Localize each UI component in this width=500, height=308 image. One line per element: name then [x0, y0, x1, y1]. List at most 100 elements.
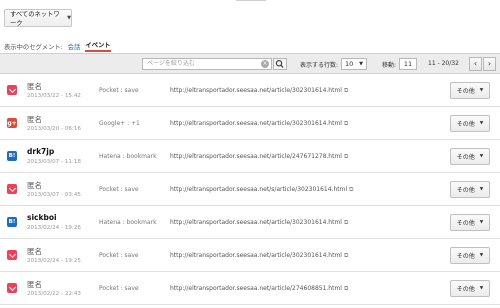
external-link-icon[interactable]: ⧉	[344, 153, 348, 160]
event-url-link[interactable]: http://eltransportador.seesaa.net/articl…	[170, 252, 342, 259]
prev-page-button[interactable]: ‹	[469, 57, 482, 71]
user-name: 匿名	[27, 115, 42, 124]
network-filter-label: すべてのネットワーク	[10, 11, 60, 27]
event-row: B! drk7jp 2013/03/07 - 11:18 Hatena : bookm…	[0, 140, 500, 173]
rows-per-page-value: 10	[345, 60, 354, 68]
chevron-down-icon: ▼	[479, 286, 484, 291]
move-to-input[interactable]: 11	[399, 58, 417, 70]
event-row: 匿名 2013/03/07 - 03:45 Pocket : save http://…	[0, 173, 500, 206]
event-row: 匿名 2013/03/22 - 15:42 Pocket : save http://…	[0, 74, 500, 107]
more-actions-label: その他	[456, 286, 475, 293]
event-url-link[interactable]: http://eltransportador.seesaa.net/articl…	[170, 153, 342, 160]
event-url-link[interactable]: http://eltransportador.seesaa.net/articl…	[170, 87, 342, 94]
event-url-link[interactable]: http://eltransportador.seesaa.net/articl…	[170, 219, 342, 226]
external-link-icon[interactable]: ⧉	[344, 285, 348, 292]
top-divider	[236, 0, 266, 1]
chevron-left-icon: ‹	[473, 59, 478, 68]
event-row: 匿名 2013/02/22 - 22:43 Pocket : save http://…	[0, 272, 500, 305]
chevron-down-icon: ▼	[479, 253, 484, 258]
event-date: 2013/03/20 - 06:16	[27, 126, 81, 132]
google-plus-icon: g+	[7, 118, 17, 128]
pagination-range: 11 - 20/32	[428, 60, 459, 67]
segment-option-conversation[interactable]: 会話	[68, 42, 81, 51]
event-url-container: http://eltransportador.seesaa.net/articl…	[170, 87, 348, 95]
event-url-container: http://eltransportador.seesaa.net/articl…	[170, 285, 348, 293]
user-name: 匿名	[27, 247, 42, 256]
event-action: Pocket : save	[99, 87, 139, 94]
event-action: Pocket : save	[99, 285, 139, 292]
user-name: 匿名	[27, 82, 42, 91]
event-row: g+ 匿名 2013/03/20 - 06:16 Google+ : +1 http:/…	[0, 107, 500, 140]
more-actions-label: その他	[456, 121, 475, 128]
hatena-icon: B!	[7, 151, 17, 161]
more-actions-button[interactable]: その他 ▼	[450, 181, 490, 198]
event-action: Google+ : +1	[99, 120, 140, 127]
event-date: 2013/03/07 - 11:18	[27, 159, 81, 165]
more-actions-label: その他	[456, 253, 475, 260]
segment-selector: 表示中のセグメント: 会話 イベント	[4, 40, 111, 52]
event-url-container: http://eltransportador.seesaa.net/articl…	[170, 219, 348, 227]
event-url-link[interactable]: http://eltransportador.seesaa.net/articl…	[170, 120, 342, 127]
rows-per-page-label: 表示する行数:	[300, 62, 339, 69]
external-link-icon[interactable]: ⧉	[344, 219, 348, 226]
event-url-link[interactable]: http://eltransportador.seesaa.net/articl…	[170, 285, 342, 292]
segment-label: 表示中のセグメント:	[4, 43, 63, 51]
event-row: 匿名 2013/02/24 - 19:25 Pocket : save http://…	[0, 239, 500, 272]
event-url-container: http://eltransportador.seesaa.net/articl…	[170, 120, 348, 128]
event-row: B! sickboi 2013/02/24 - 19:26 Hatena : book…	[0, 206, 500, 239]
event-list: 匿名 2013/03/22 - 15:42 Pocket : save http://…	[0, 74, 500, 305]
pocket-icon	[7, 250, 17, 260]
event-action: Hatena : bookmark	[99, 219, 157, 226]
external-link-icon[interactable]: ⧉	[344, 87, 348, 94]
next-page-button[interactable]: ›	[483, 57, 496, 71]
user-name: 匿名	[27, 181, 42, 190]
more-actions-button[interactable]: その他 ▼	[450, 148, 490, 165]
more-actions-button[interactable]: その他 ▼	[450, 115, 490, 132]
event-date: 2013/02/24 - 19:26	[27, 225, 81, 231]
table-toolbar: ページを絞り込む × 表示する行数: 10 ▼ 移動: 11 11 - 20/3…	[0, 53, 500, 74]
external-link-icon[interactable]: ⧉	[349, 186, 353, 193]
search-placeholder: ページを絞り込む	[147, 60, 195, 67]
event-action: Pocket : save	[99, 252, 139, 259]
rows-per-page-select[interactable]: 10 ▼	[341, 58, 367, 70]
search-icon	[275, 59, 284, 68]
event-date: 2013/03/07 - 03:45	[27, 192, 81, 198]
filter-search-input[interactable]: ページを絞り込む ×	[142, 58, 272, 70]
chevron-down-icon: ▼	[479, 220, 484, 225]
external-link-icon[interactable]: ⧉	[344, 120, 348, 127]
external-link-icon[interactable]: ⧉	[344, 252, 348, 259]
event-url-container: http://eltransportador.seesaa.net/articl…	[170, 252, 348, 260]
more-actions-button[interactable]: その他 ▼	[450, 280, 490, 297]
chevron-down-icon: ▼	[479, 88, 484, 93]
event-url-container: http://eltransportador.seesaa.net/articl…	[170, 153, 348, 161]
segment-option-events[interactable]: イベント	[85, 40, 111, 52]
more-actions-label: その他	[456, 88, 475, 95]
event-date: 2013/02/22 - 22:43	[27, 291, 81, 297]
pocket-icon	[7, 184, 17, 194]
move-to-label: 移動:	[382, 62, 397, 69]
chevron-down-icon: ▼	[479, 154, 484, 159]
event-url-container: http://eltransportador.seesaa.net/s/arti…	[170, 186, 353, 194]
event-date: 2013/03/22 - 15:42	[27, 93, 81, 99]
chevron-down-icon: ▼	[359, 61, 363, 67]
more-actions-label: その他	[456, 187, 475, 194]
event-date: 2013/02/24 - 19:25	[27, 258, 81, 264]
more-actions-button[interactable]: その他 ▼	[450, 214, 490, 231]
more-actions-button[interactable]: その他 ▼	[450, 82, 490, 99]
chevron-down-icon: ▼	[479, 187, 484, 192]
user-name: 匿名	[27, 280, 42, 289]
search-button[interactable]	[273, 58, 287, 70]
chevron-right-icon: ›	[487, 59, 492, 68]
chevron-down-icon: ▼	[67, 15, 71, 21]
clear-icon[interactable]: ×	[261, 60, 269, 68]
user-name[interactable]: sickboi	[27, 213, 57, 222]
more-actions-label: その他	[456, 220, 475, 227]
event-action: Hatena : bookmark	[99, 153, 157, 160]
hatena-icon: B!	[7, 217, 17, 227]
event-action: Pocket : save	[99, 186, 139, 193]
user-name[interactable]: drk7jp	[27, 147, 54, 156]
network-filter-dropdown[interactable]: すべてのネットワーク ▼	[4, 9, 72, 27]
pocket-icon	[7, 283, 17, 293]
more-actions-button[interactable]: その他 ▼	[450, 247, 490, 264]
event-url-link[interactable]: http://eltransportador.seesaa.net/s/arti…	[170, 186, 347, 193]
